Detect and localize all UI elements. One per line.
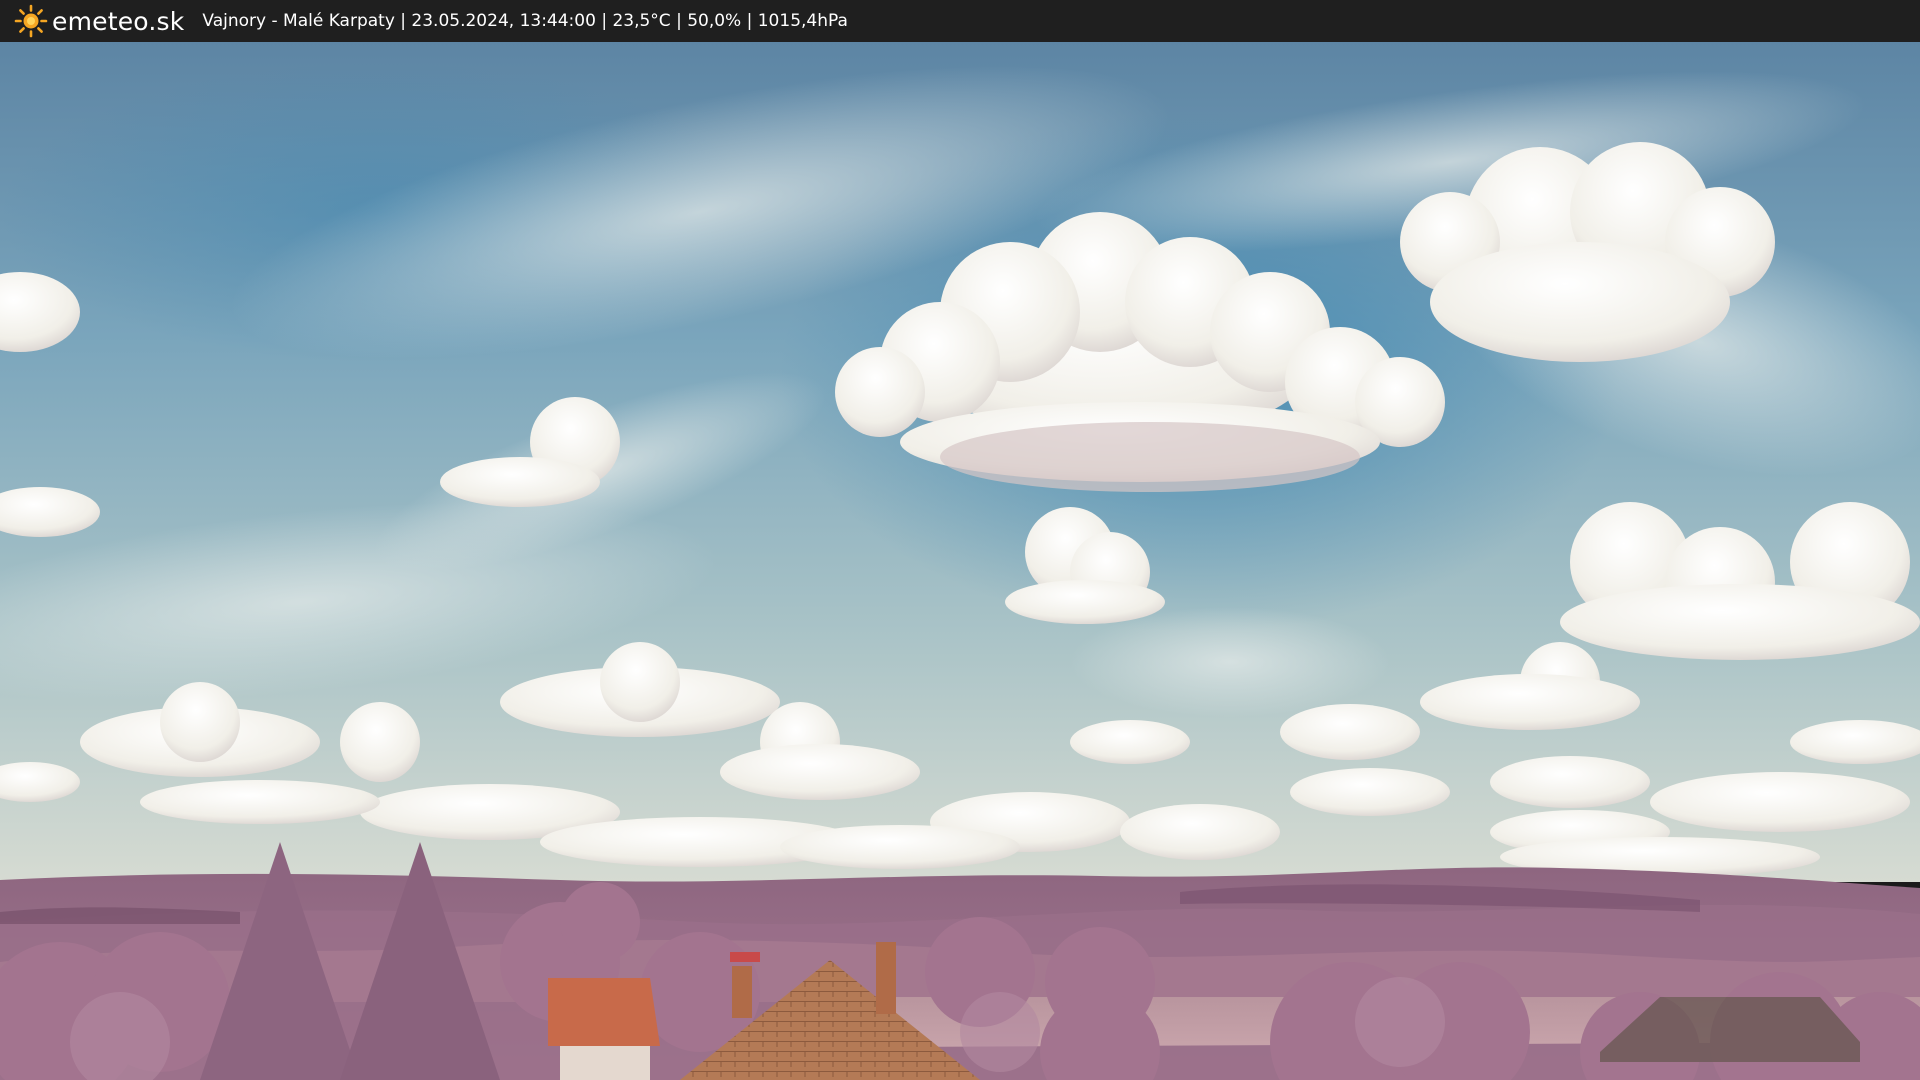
scene-drawing bbox=[0, 42, 1920, 1080]
top-bar: emeteo.sk Vajnory - Malé Karpaty | 23.05… bbox=[0, 0, 1920, 42]
webcam-frame: emeteo.sk Vajnory - Malé Karpaty | 23.05… bbox=[0, 0, 1920, 1080]
station-info: Vajnory - Malé Karpaty | 23.05.2024, 13:… bbox=[202, 11, 848, 31]
webcam-image bbox=[0, 42, 1920, 1080]
sun-icon bbox=[14, 4, 48, 38]
logo[interactable]: emeteo.sk bbox=[14, 0, 184, 42]
brand-name: emeteo.sk bbox=[52, 6, 185, 36]
